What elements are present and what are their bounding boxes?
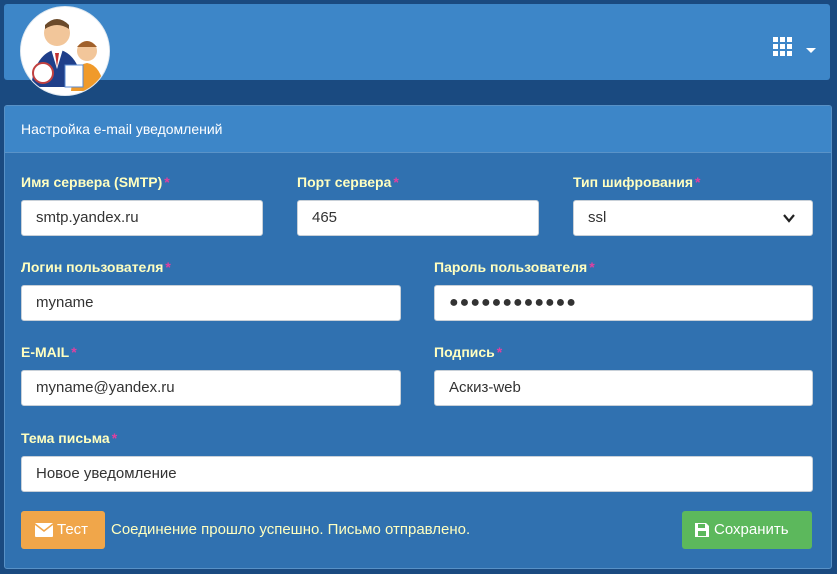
- panel-title: Настройка e-mail уведомлений: [5, 106, 831, 153]
- signature-field: Подпись * Аскиз-web: [434, 344, 813, 408]
- encryption-select[interactable]: ssl: [573, 200, 813, 236]
- required-mark: *: [695, 174, 701, 190]
- login-input[interactable]: myname: [21, 285, 401, 321]
- subject-field: Тема письма * Новое уведомление: [21, 430, 813, 494]
- encryption-field: Тип шифрования * ssl: [573, 174, 813, 238]
- signature-label: Подпись *: [434, 344, 503, 360]
- required-mark: *: [496, 344, 503, 360]
- encryption-label: Тип шифрования *: [573, 174, 701, 190]
- save-button[interactable]: Сохранить: [682, 511, 812, 549]
- email-settings-panel: Настройка e-mail уведомлений Имя сервера…: [4, 105, 832, 569]
- test-button-label: Тест: [57, 521, 89, 538]
- save-icon: [695, 523, 709, 538]
- login-label: Логин пользователя *: [21, 259, 171, 275]
- required-mark: *: [393, 174, 399, 190]
- envelope-icon: [34, 523, 54, 538]
- apps-grid-icon[interactable]: [772, 36, 794, 58]
- required-mark: *: [589, 259, 595, 275]
- login-field: Логин пользователя * myname: [21, 259, 401, 323]
- encryption-value: ssl: [588, 209, 607, 226]
- status-message: Соединение прошло успешно. Письмо отправ…: [111, 521, 471, 538]
- chevron-down-icon: [783, 214, 795, 223]
- save-button-label: Сохранить: [714, 521, 789, 538]
- port-input[interactable]: 465: [297, 200, 539, 236]
- test-button[interactable]: Тест: [21, 511, 105, 549]
- required-mark: *: [164, 174, 170, 190]
- password-field: Пароль пользователя * ●●●●●●●●●●●●: [434, 259, 813, 323]
- chevron-down-icon[interactable]: [806, 48, 816, 53]
- email-label: E-MAIL *: [21, 344, 77, 360]
- required-mark: *: [111, 430, 118, 446]
- port-field: Порт сервера * 465: [297, 174, 539, 238]
- subject-label: Тема письма *: [21, 430, 118, 446]
- top-navbar: [4, 4, 830, 96]
- required-mark: *: [165, 259, 171, 275]
- server-label: Имя сервера (SMTP) *: [21, 174, 170, 190]
- port-label: Порт сервера *: [297, 174, 399, 190]
- email-input[interactable]: myname@yandex.ru: [21, 370, 401, 406]
- email-field: E-MAIL * myname@yandex.ru: [21, 344, 401, 408]
- password-input[interactable]: ●●●●●●●●●●●●: [434, 285, 813, 321]
- server-field: Имя сервера (SMTP) * smtp.yandex.ru: [21, 174, 263, 238]
- signature-input[interactable]: Аскиз-web: [434, 370, 813, 406]
- required-mark: *: [71, 344, 77, 360]
- server-input[interactable]: smtp.yandex.ru: [21, 200, 263, 236]
- subject-input[interactable]: Новое уведомление: [21, 456, 813, 492]
- user-avatar-icon[interactable]: [20, 6, 110, 96]
- password-label: Пароль пользователя *: [434, 259, 595, 275]
